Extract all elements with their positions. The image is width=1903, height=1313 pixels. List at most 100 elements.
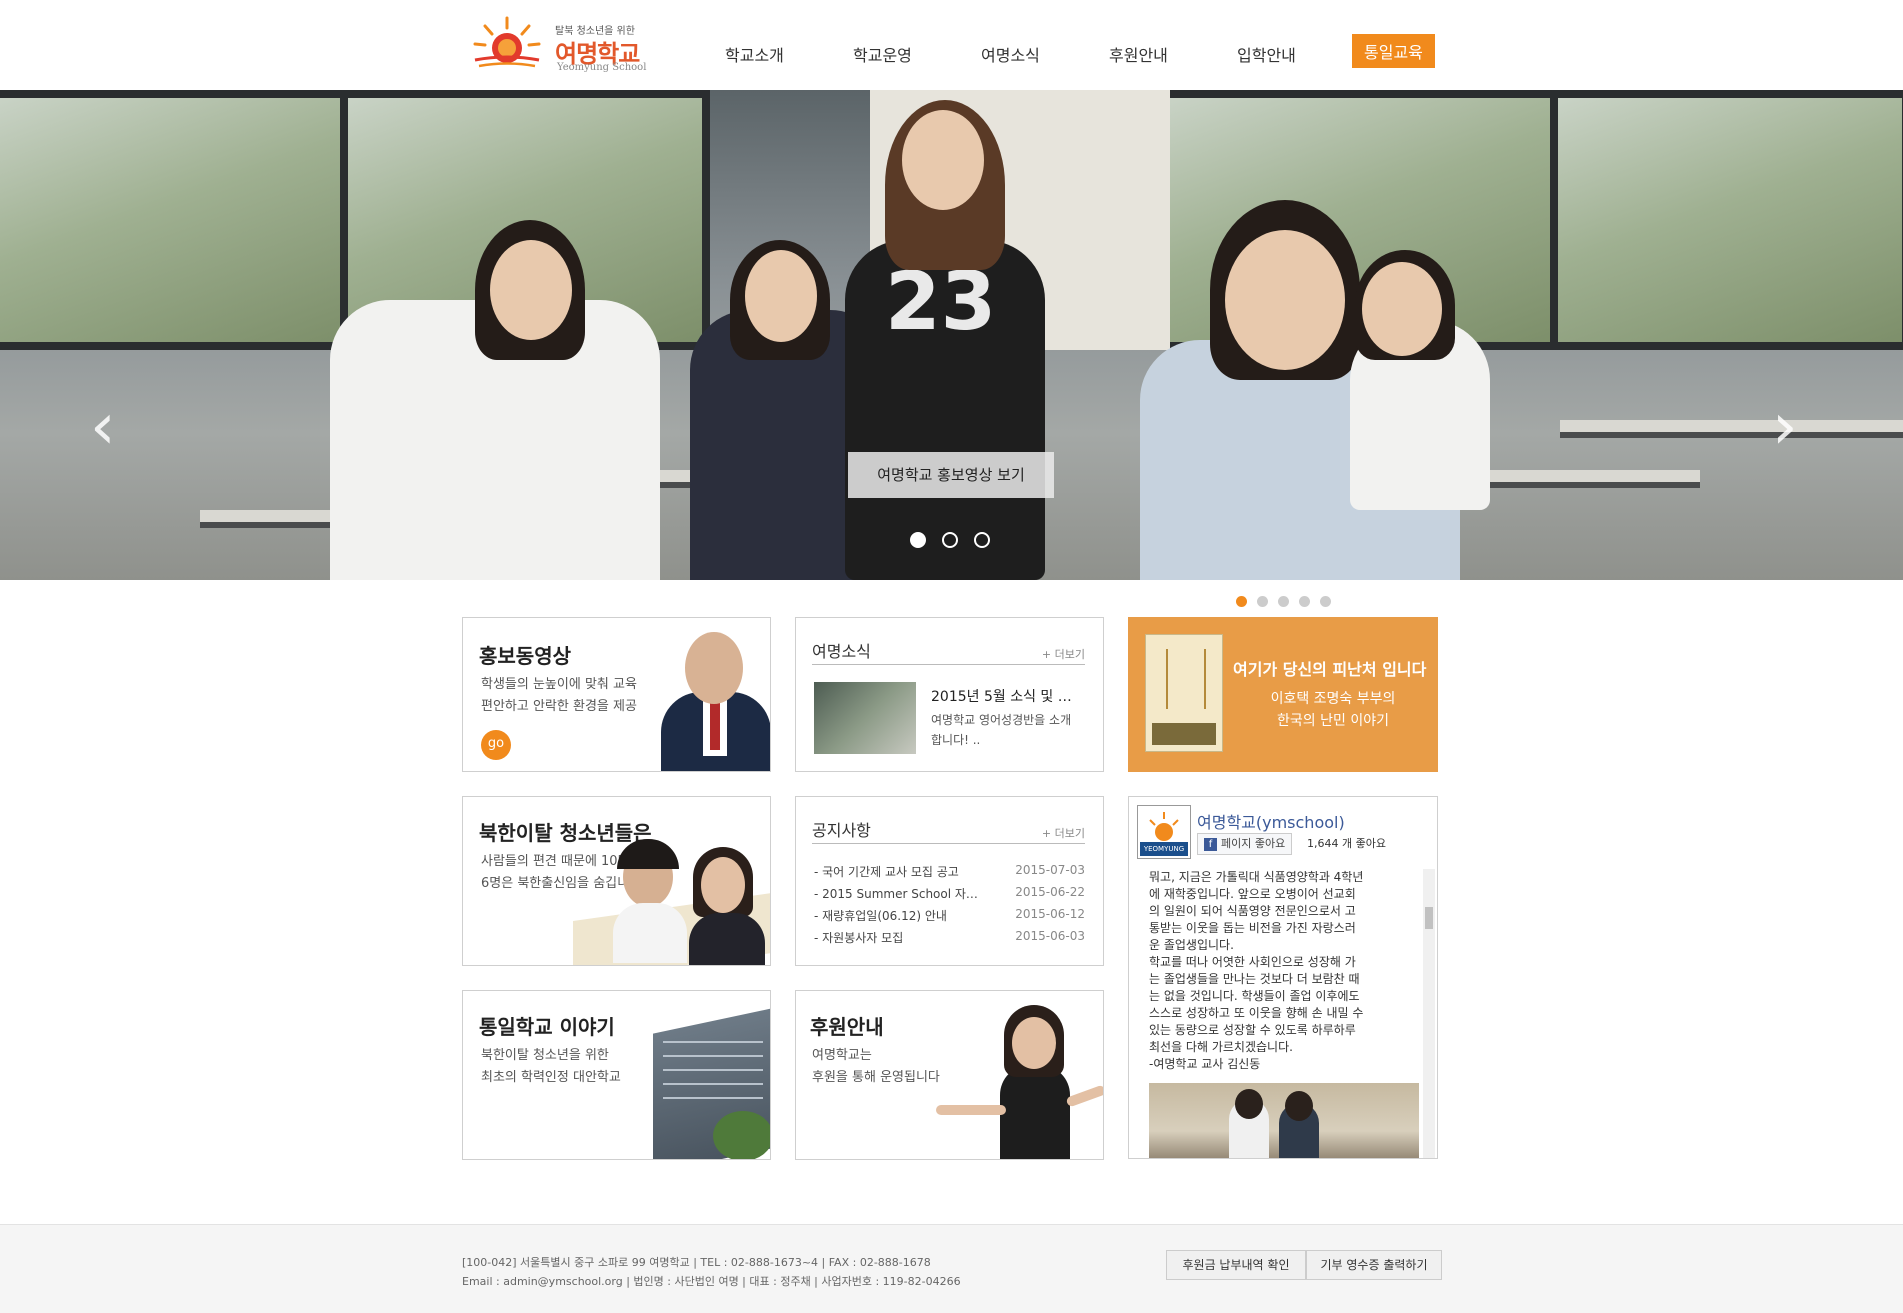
notice-title: - 2015 Summer School 자…: [814, 887, 978, 901]
card-desc: 최초의 학력인정 대안학교: [481, 1070, 621, 1085]
student-face: [745, 250, 817, 342]
fb-line: 의 일원이 되어 식품영양 전문인으로서 고: [1149, 904, 1356, 918]
refuge-book-card[interactable]: 여기가 당신의 피난처 입니다 이호택 조명숙 부부의 한국의 난민 이야기: [1128, 617, 1438, 772]
hero-prev-button[interactable]: ‹: [90, 390, 116, 464]
news-item-line: 합니다! ..: [931, 733, 981, 747]
students-photo: [573, 837, 770, 965]
promo-video-card[interactable]: 홍보동영상 학생들의 눈높이에 맞춰 교육 편안하고 안락한 환경을 제공 go: [462, 617, 771, 772]
card-title: 홍보동영상: [479, 644, 571, 668]
support-card[interactable]: 후원안내 여명학교는 후원을 통해 운영됩니다: [795, 990, 1104, 1160]
nav-school-intro[interactable]: 학교소개: [725, 42, 784, 66]
news-card: 여명소식 + 더보기 2015년 5월 소식 및 … 여명학교 영어성경반을 소…: [795, 617, 1104, 772]
site-logo[interactable]: 탈북 청소년을 위한 여명학교 Yeomyung School: [465, 14, 665, 74]
footer-line: Email : admin@ymschool.org | 법인명 : 사단법인 …: [462, 1275, 961, 1288]
fb-line: 는 졸업생들을 만나는 것보다 더 보람찬 때: [1149, 972, 1360, 986]
donation-history-button[interactable]: 후원금 납부내역 확인: [1166, 1250, 1306, 1280]
notice-item[interactable]: - 자원봉사자 모집 2015-06-03: [814, 929, 1085, 951]
student-face: [1362, 262, 1442, 356]
news-item-line: 여명학교 영어성경반을 소개: [931, 713, 1072, 727]
notice-date: 2015-06-12: [1015, 907, 1085, 921]
hero-dot[interactable]: [910, 532, 926, 548]
hero-window: [0, 90, 350, 350]
site-header: 탈북 청소년을 위한 여명학교 Yeomyung School 학교소개 학교운…: [0, 0, 1903, 90]
nav-news[interactable]: 여명소식: [981, 42, 1040, 66]
avatar-label: YEOMYUNG: [1140, 842, 1188, 856]
news-thumbnail[interactable]: [814, 682, 916, 754]
notice-date: 2015-06-22: [1015, 885, 1085, 899]
fb-post-text: 뭐고, 지금은 가톨릭대 식품영양학과 4학년 에 재학중입니다. 앞으로 오병…: [1149, 869, 1419, 1073]
notice-item[interactable]: - 2015 Summer School 자… 2015-06-22: [814, 885, 1085, 907]
page-dot[interactable]: [1257, 596, 1268, 607]
fb-line: 통받는 이웃을 돕는 비전을 가진 자랑스러: [1149, 921, 1356, 935]
principal-photo: [641, 632, 770, 771]
notice-title: - 재량휴업일(06.12) 안내: [814, 909, 947, 923]
footer-address: [100-042] 서울특별시 중구 소파로 99 여명학교 | TEL : 0…: [462, 1253, 961, 1291]
divider: [812, 843, 1085, 844]
divider: [812, 664, 1085, 665]
fb-line: 있는 동량으로 성장할 수 있도록 하루하루: [1149, 1023, 1356, 1037]
page-dot[interactable]: [1320, 596, 1331, 607]
hero-dot[interactable]: [974, 532, 990, 548]
fb-like-label: 페이지 좋아요: [1221, 837, 1286, 850]
donation-receipt-button[interactable]: 기부 영수증 출력하기: [1306, 1250, 1442, 1280]
fb-like-button[interactable]: f 페이지 좋아요: [1197, 833, 1293, 855]
card-desc: 여명학교는: [812, 1048, 872, 1063]
notice-date: 2015-06-03: [1015, 929, 1085, 943]
notice-card: 공지사항 + 더보기 - 국어 기간제 교사 모집 공고 2015-07-03 …: [795, 796, 1104, 966]
student-face: [490, 240, 572, 340]
facebook-widget: YEOMYUNG 여명학교(ymschool) f 페이지 좋아요 1,644 개…: [1128, 796, 1438, 1159]
fb-post-image[interactable]: [1149, 1083, 1419, 1158]
page-dot[interactable]: [1236, 596, 1247, 607]
hero-dot[interactable]: [942, 532, 958, 548]
notice-title: - 국어 기간제 교사 모집 공고: [814, 865, 959, 879]
logo-english: Yeomyung School: [557, 62, 647, 73]
student-photo: [906, 1005, 1103, 1159]
card-desc-line: 한국의 난민 이야기: [1277, 713, 1389, 729]
notice-item[interactable]: - 국어 기간제 교사 모집 공고 2015-07-03: [814, 863, 1085, 885]
notice-date: 2015-07-03: [1015, 863, 1085, 877]
sun-logo-icon: [473, 16, 541, 68]
go-button[interactable]: go: [481, 730, 511, 760]
news-item-title[interactable]: 2015년 5월 소식 및 …: [931, 686, 1072, 706]
student-face: [902, 110, 984, 210]
book-cover: [1145, 634, 1223, 752]
hero-next-button[interactable]: ›: [1772, 390, 1798, 464]
card-desc: 학생들의 눈높이에 맞춰 교육: [481, 677, 637, 692]
page-dot[interactable]: [1278, 596, 1289, 607]
fb-line: -여명학교 교사 김신동: [1149, 1057, 1261, 1071]
card-desc: 북한이탈 청소년을 위한: [481, 1048, 609, 1063]
page-dot[interactable]: [1299, 596, 1310, 607]
nav-unification-edu[interactable]: 통일교육: [1352, 34, 1435, 68]
site-footer: [100-042] 서울특별시 중구 소파로 99 여명학교 | TEL : 0…: [0, 1224, 1903, 1313]
promo-video-button[interactable]: 여명학교 홍보영상 보기: [848, 452, 1054, 498]
fb-line: 뭐고, 지금은 가톨릭대 식품영양학과 4학년: [1149, 870, 1364, 884]
fb-scrollbar[interactable]: [1423, 869, 1435, 1158]
nav-school-operation[interactable]: 학교운영: [853, 42, 912, 66]
page-avatar[interactable]: YEOMYUNG: [1137, 805, 1191, 859]
hero-slider: 23 ‹ ›: [0, 90, 1903, 580]
notice-title: - 자원봉사자 모집: [814, 931, 904, 945]
school-building-photo: [643, 1001, 770, 1159]
card-title: 통일학교 이야기: [479, 1015, 615, 1039]
scroll-thumb[interactable]: [1425, 907, 1433, 929]
fb-like-count: 1,644 개 좋아요: [1307, 837, 1386, 850]
student-face: [1225, 230, 1345, 370]
notice-more-link[interactable]: + 더보기: [1042, 825, 1085, 841]
hero-window: [1550, 90, 1903, 350]
unification-school-card[interactable]: 통일학교 이야기 북한이탈 청소년을 위한 최초의 학력인정 대안학교: [462, 990, 771, 1160]
fb-line: 운 졸업생입니다.: [1149, 938, 1234, 952]
notice-item[interactable]: - 재량휴업일(06.12) 안내 2015-06-12: [814, 907, 1085, 929]
fb-line: 학교를 떠나 어엿한 사회인으로 성장해 가: [1149, 955, 1356, 969]
card-desc: 이호택 조명숙 부부의 한국의 난민 이야기: [1233, 688, 1433, 732]
nk-youth-card[interactable]: 북한이탈 청소년들은 사람들의 편견 때문에 10명중 6명은 북한출신임을 숨…: [462, 796, 771, 966]
sun-logo-icon: [1149, 812, 1179, 841]
nav-admission[interactable]: 입학안내: [1237, 42, 1296, 66]
section-title: 여명소식: [812, 642, 871, 661]
news-item-text: 여명학교 영어성경반을 소개 합니다! ..: [931, 710, 1071, 750]
nav-support[interactable]: 후원안내: [1109, 42, 1168, 66]
news-more-link[interactable]: + 더보기: [1042, 646, 1085, 662]
fb-line: 는 없을 것입니다. 학생들이 졸업 이후에도: [1149, 989, 1360, 1003]
fb-page-name[interactable]: 여명학교(ymschool): [1197, 809, 1345, 833]
card-desc-line: 이호택 조명숙 부부의: [1270, 691, 1396, 707]
facebook-icon: f: [1204, 838, 1217, 851]
